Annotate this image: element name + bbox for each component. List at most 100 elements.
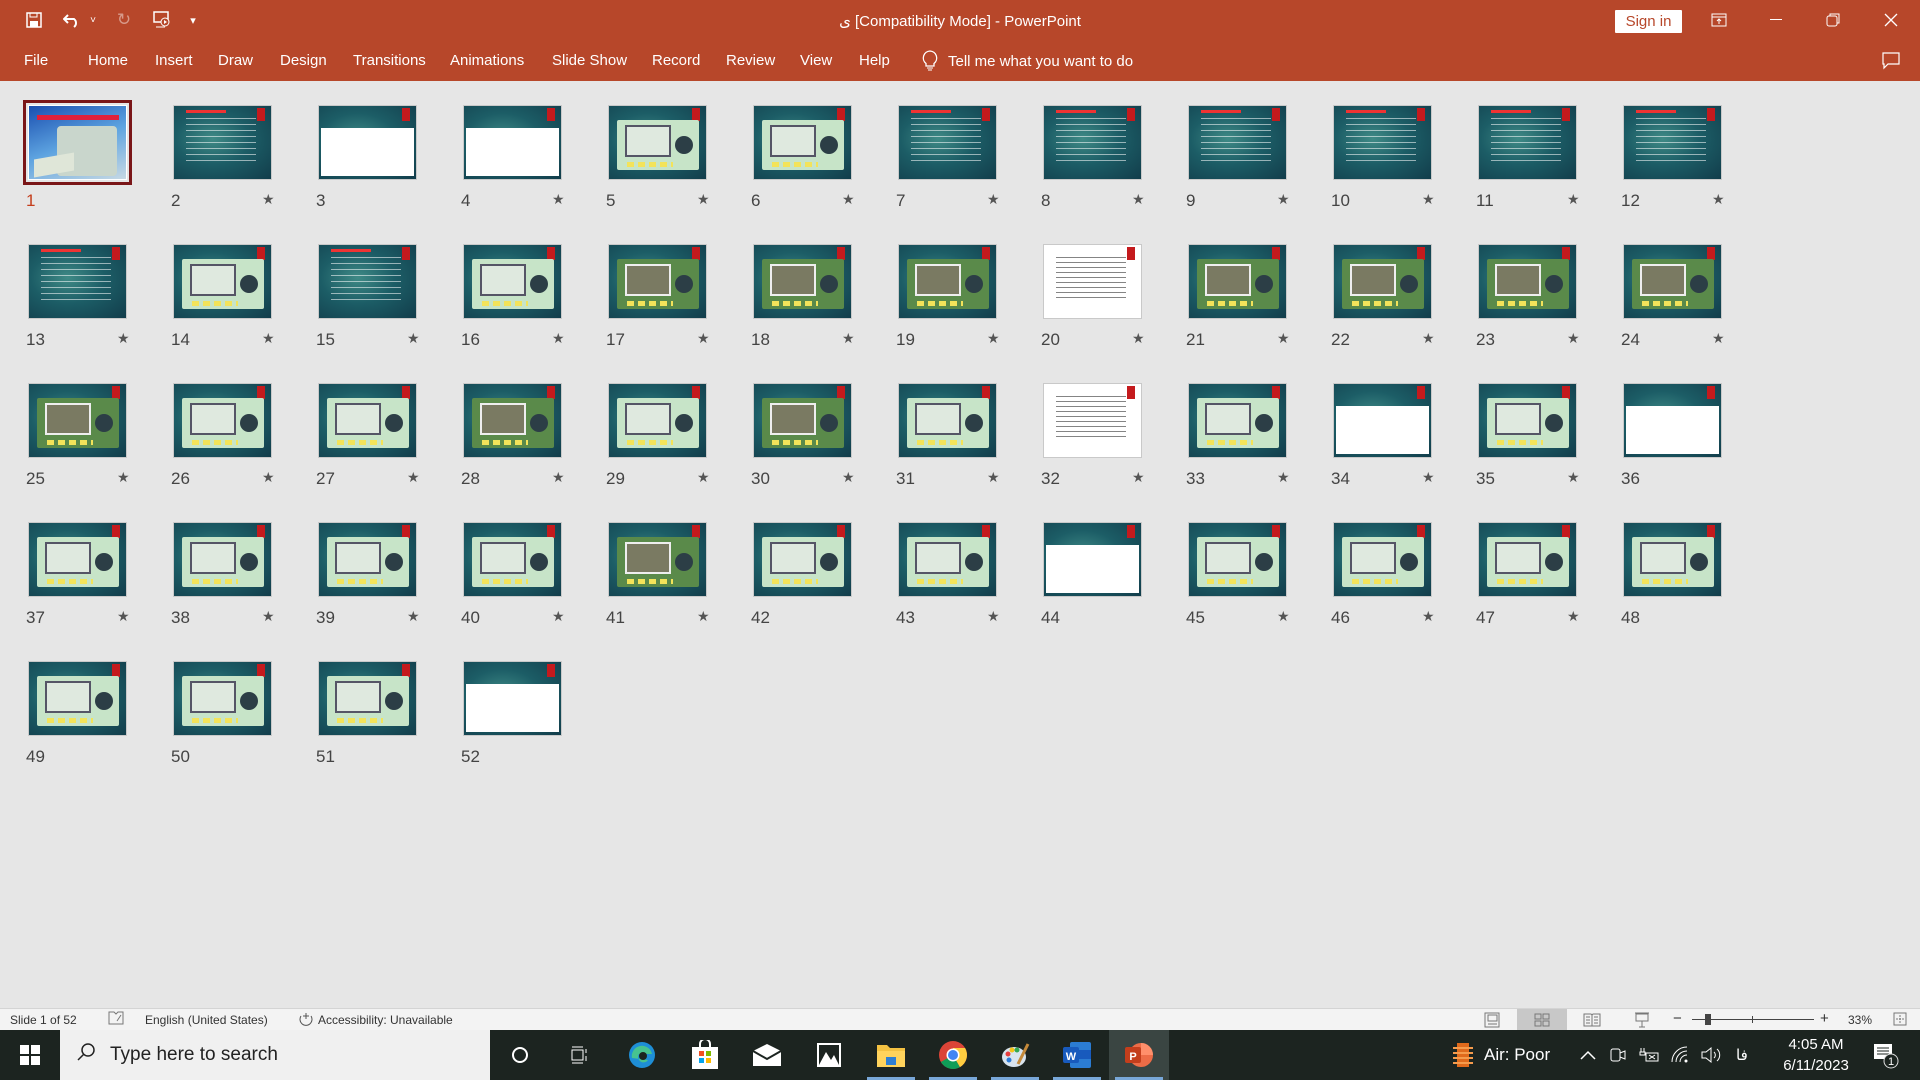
play-animations-icon[interactable]: ★ (1567, 608, 1580, 625)
slide-thumbnail[interactable] (318, 522, 417, 597)
slide-thumbnail-item[interactable]: 18 ★ (747, 220, 867, 349)
undo-dropdown-icon[interactable]: ˅ (88, 8, 98, 32)
tell-me-search[interactable]: Tell me what you want to do (922, 50, 1133, 72)
slide-thumbnail-item[interactable]: 4 ★ (457, 81, 577, 210)
slide-thumbnail-item[interactable]: 38 ★ (167, 498, 287, 627)
slide-thumbnail[interactable] (1333, 522, 1432, 597)
redo-icon[interactable]: ↻ (112, 8, 136, 32)
minimize-icon[interactable] (1753, 0, 1799, 40)
slide-thumbnail-item[interactable]: 42 (747, 498, 867, 627)
action-center-button[interactable]: 1 (1870, 1030, 1900, 1080)
play-animations-icon[interactable]: ★ (117, 330, 130, 347)
slide-thumbnail[interactable] (173, 244, 272, 319)
camera-icon[interactable] (1610, 1030, 1626, 1080)
slide-thumbnail[interactable] (318, 244, 417, 319)
play-animations-icon[interactable]: ★ (262, 191, 275, 208)
slide-thumbnail[interactable] (898, 105, 997, 180)
close-icon[interactable] (1868, 0, 1914, 40)
slide-thumbnail-item[interactable]: 35 ★ (1472, 359, 1592, 488)
slide-thumbnail-item[interactable]: 25 ★ (22, 359, 142, 488)
slide-thumbnail-item[interactable]: 39 ★ (312, 498, 432, 627)
slide-thumbnail[interactable] (753, 105, 852, 180)
slide-thumbnail[interactable] (1333, 383, 1432, 458)
slide-thumbnail[interactable] (608, 244, 707, 319)
accessibility-status[interactable]: Accessibility: Unavailable (318, 1013, 453, 1027)
input-language-indicator[interactable]: فا (1736, 1030, 1748, 1080)
zoom-level[interactable]: 33% (1848, 1013, 1872, 1027)
play-animations-icon[interactable]: ★ (1567, 469, 1580, 486)
play-animations-icon[interactable]: ★ (1567, 330, 1580, 347)
slide-thumbnail-item[interactable]: 44 (1037, 498, 1157, 627)
play-animations-icon[interactable]: ★ (407, 330, 420, 347)
slide-thumbnail[interactable] (608, 383, 707, 458)
slide-thumbnail-item[interactable]: 8 ★ (1037, 81, 1157, 210)
slide-thumbnail[interactable] (1478, 105, 1577, 180)
slide-thumbnail-item[interactable]: 46 ★ (1327, 498, 1447, 627)
slide-thumbnail-item[interactable]: 47 ★ (1472, 498, 1592, 627)
play-animations-icon[interactable]: ★ (842, 330, 855, 347)
volume-icon[interactable] (1700, 1030, 1722, 1080)
slide-thumbnail[interactable] (753, 383, 852, 458)
play-animations-icon[interactable]: ★ (1422, 191, 1435, 208)
slide-thumbnail-item[interactable]: 9 ★ (1182, 81, 1302, 210)
sign-in-button[interactable]: Sign in (1615, 10, 1682, 33)
play-animations-icon[interactable]: ★ (262, 330, 275, 347)
start-from-beginning-icon[interactable] (150, 8, 174, 32)
system-clock[interactable]: 4:05 AM 6/11/2023 (1768, 1034, 1864, 1076)
slide-thumbnail[interactable] (173, 522, 272, 597)
slide-thumbnail-item[interactable]: 48 (1617, 498, 1737, 627)
play-animations-icon[interactable]: ★ (552, 330, 565, 347)
slide-thumbnail[interactable] (23, 100, 132, 185)
mail-icon[interactable] (737, 1030, 797, 1080)
slide-thumbnail[interactable] (1623, 244, 1722, 319)
slide-thumbnail-item[interactable]: 30 ★ (747, 359, 867, 488)
tab-help[interactable]: Help (859, 52, 890, 69)
slide-thumbnail-item[interactable]: 22 ★ (1327, 220, 1447, 349)
tab-animations[interactable]: Animations (450, 52, 524, 69)
slide-thumbnail-item[interactable]: 14 ★ (167, 220, 287, 349)
play-animations-icon[interactable]: ★ (1422, 608, 1435, 625)
slide-thumbnail[interactable] (463, 105, 562, 180)
spelling-check-icon[interactable] (108, 1011, 124, 1028)
slide-thumbnail[interactable] (173, 383, 272, 458)
file-explorer-icon[interactable] (861, 1030, 921, 1080)
slide-thumbnail[interactable] (28, 383, 127, 458)
play-animations-icon[interactable]: ★ (697, 469, 710, 486)
slide-thumbnail[interactable] (173, 105, 272, 180)
play-animations-icon[interactable]: ★ (552, 191, 565, 208)
slide-thumbnail[interactable] (753, 244, 852, 319)
slide-thumbnail-item[interactable]: 32 ★ (1037, 359, 1157, 488)
slide-thumbnail-item[interactable]: 7 ★ (892, 81, 1012, 210)
slide-thumbnail[interactable] (1478, 383, 1577, 458)
taskbar-search-box[interactable]: Type here to search (60, 1030, 490, 1080)
play-animations-icon[interactable]: ★ (987, 469, 1000, 486)
microsoft-store-icon[interactable] (675, 1030, 735, 1080)
play-animations-icon[interactable]: ★ (1567, 191, 1580, 208)
slide-thumbnail-item[interactable]: 3 (312, 81, 432, 210)
paint-icon[interactable] (985, 1030, 1045, 1080)
ribbon-display-options-icon[interactable] (1696, 0, 1742, 40)
battery-unplugged-icon[interactable] (1638, 1030, 1660, 1080)
slide-thumbnail[interactable] (1043, 522, 1142, 597)
slide-thumbnail[interactable] (1478, 244, 1577, 319)
zoom-in-button[interactable]: + (1820, 1010, 1829, 1027)
play-animations-icon[interactable]: ★ (987, 191, 1000, 208)
tab-file[interactable]: File (24, 52, 48, 69)
normal-view-button[interactable] (1467, 1009, 1517, 1031)
slide-thumbnail[interactable] (1188, 383, 1287, 458)
slide-thumbnail-item[interactable]: 21 ★ (1182, 220, 1302, 349)
play-animations-icon[interactable]: ★ (1277, 608, 1290, 625)
slide-thumbnail-item[interactable]: 27 ★ (312, 359, 432, 488)
slide-thumbnail[interactable] (1478, 522, 1577, 597)
slide-thumbnail[interactable] (463, 661, 562, 736)
slide-thumbnail-item[interactable]: 12 ★ (1617, 81, 1737, 210)
slide-thumbnail[interactable] (608, 522, 707, 597)
slide-thumbnail-item[interactable]: 41 ★ (602, 498, 722, 627)
tab-review[interactable]: Review (726, 52, 775, 69)
slide-sorter-view-button[interactable] (1517, 1009, 1567, 1031)
slide-thumbnail-item[interactable]: 13 ★ (22, 220, 142, 349)
zoom-out-button[interactable]: − (1673, 1010, 1682, 1027)
tab-draw[interactable]: Draw (218, 52, 253, 69)
play-animations-icon[interactable]: ★ (697, 330, 710, 347)
slide-thumbnail-item[interactable]: 15 ★ (312, 220, 432, 349)
